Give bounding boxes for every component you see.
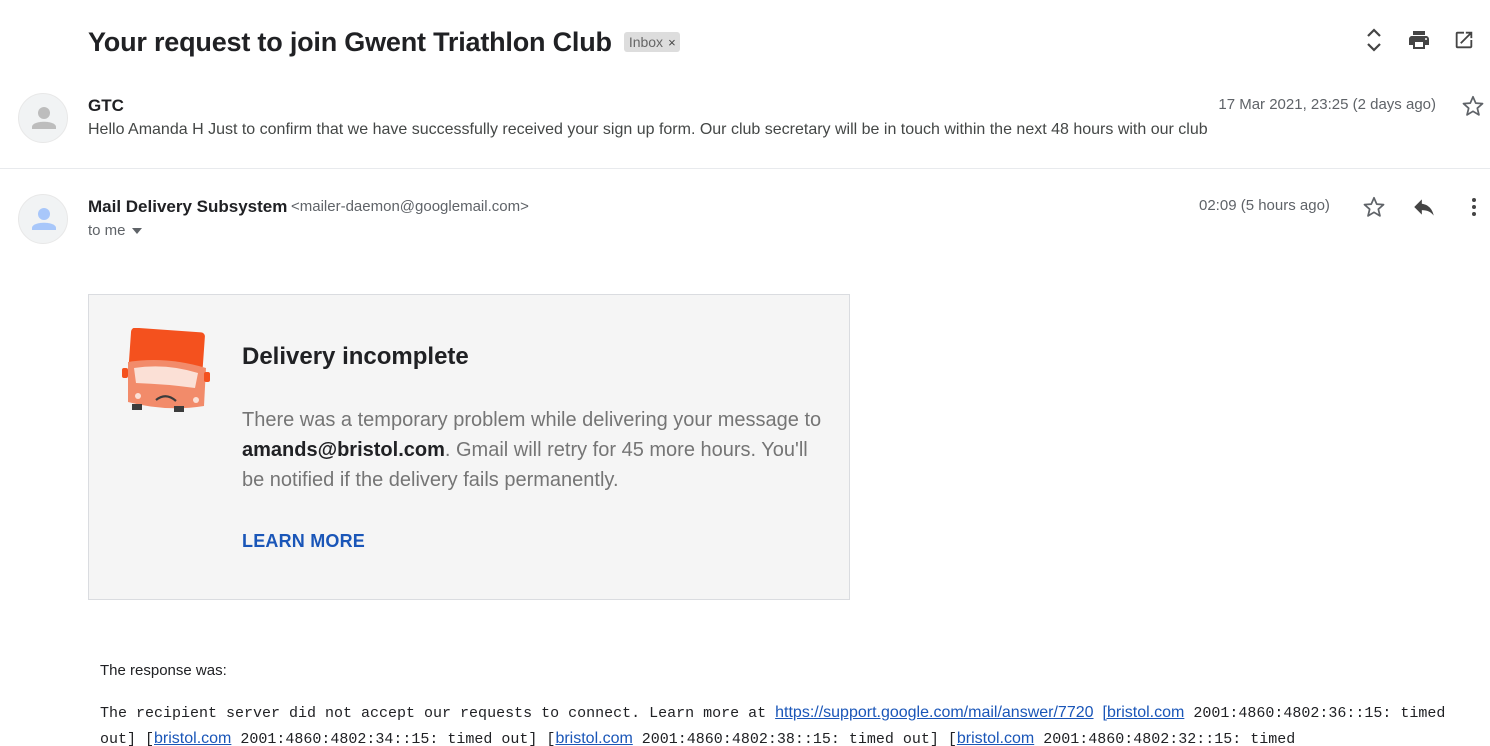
remove-label-icon[interactable]: × — [668, 35, 676, 50]
reply-icon[interactable] — [1410, 193, 1438, 221]
message-snippet: Hello Amanda H Just to confirm that we h… — [88, 121, 1208, 138]
domain-link[interactable]: [bristol.com — [1103, 704, 1185, 721]
sender-email: <mailer-daemon@googlemail.com> — [291, 198, 529, 215]
chevron-down-icon — [131, 227, 142, 234]
message-date: 17 Mar 2021, 23:25 (2 days ago) — [1218, 96, 1436, 113]
message-divider — [0, 168, 1490, 169]
response-text: 2001:4860:4802:34::15: timed out] [ — [231, 731, 556, 746]
print-icon[interactable] — [1405, 26, 1433, 54]
status-text-before: There was a temporary problem while deli… — [242, 409, 822, 431]
expand-collapse-icon[interactable] — [1360, 26, 1388, 54]
avatar — [18, 93, 68, 143]
thread-toolbar — [1360, 26, 1490, 56]
support-link[interactable]: https://support.google.com/mail/answer/7… — [775, 704, 1093, 721]
response-label: The response was: — [100, 662, 227, 679]
learn-more-link[interactable]: LEARN MORE — [242, 531, 365, 552]
delivery-status-card: Delivery incomplete There was a temporar… — [88, 294, 850, 600]
thread-header: Your request to join Gwent Triathlon Clu… — [88, 22, 680, 62]
star-icon[interactable] — [1460, 93, 1486, 119]
response-text: The recipient server did not accept our … — [100, 705, 776, 722]
star-icon[interactable] — [1360, 193, 1388, 221]
domain-link[interactable]: bristol.com — [957, 730, 1034, 746]
person-icon — [32, 107, 56, 129]
recipient-details-toggle[interactable]: to me — [88, 222, 142, 239]
person-icon — [32, 208, 56, 230]
avatar — [18, 194, 68, 244]
label-text: Inbox — [628, 34, 664, 50]
domain-link[interactable]: bristol.com — [154, 730, 231, 746]
delivery-status-message: There was a temporary problem while deli… — [242, 405, 822, 495]
response-text: 2001:4860:4802:32::15: timed — [1034, 731, 1296, 746]
inbox-label-chip[interactable]: Inbox × — [623, 32, 680, 52]
domain-link[interactable]: bristol.com — [555, 730, 632, 746]
failed-recipient-address: amands@bristol.com — [242, 439, 445, 461]
thread-subject: Your request to join Gwent Triathlon Clu… — [88, 26, 612, 57]
delivery-status-title: Delivery incomplete — [242, 343, 469, 370]
sender-name: Mail Delivery Subsystem — [88, 197, 288, 216]
message-date: 02:09 (5 hours ago) — [1199, 197, 1330, 214]
open-new-window-icon[interactable] — [1450, 26, 1478, 54]
recipient-text: to me — [88, 222, 126, 239]
response-text: 2001:4860:4802:38::15: timed out] [ — [632, 731, 957, 746]
sender-name: GTC — [88, 96, 124, 115]
response-text — [1094, 705, 1103, 722]
server-response-text: The recipient server did not accept our … — [100, 700, 1480, 746]
more-options-icon[interactable] — [1460, 193, 1488, 221]
delivery-truck-icon — [122, 328, 210, 412]
